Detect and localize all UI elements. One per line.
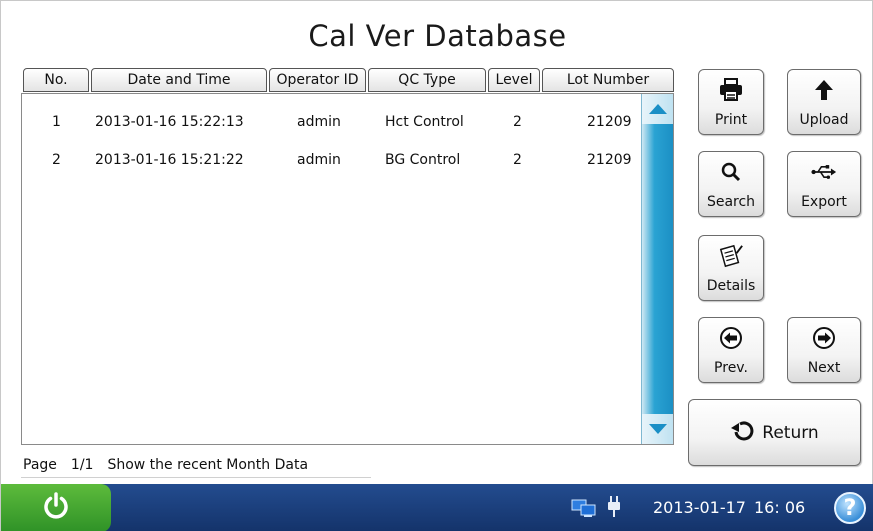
page-info: Page 1/1 Show the recent Month Data bbox=[23, 457, 322, 473]
plug-icon bbox=[607, 496, 621, 518]
cell-qc-type: Hct Control bbox=[385, 114, 464, 130]
cell-level: 2 bbox=[513, 152, 522, 168]
scroll-down-button[interactable] bbox=[642, 414, 673, 444]
undo-arrow-icon bbox=[730, 420, 754, 446]
triangle-down-icon bbox=[648, 424, 667, 434]
footer-divider bbox=[21, 477, 371, 478]
table-row[interactable]: 1 2013-01-16 15:22:13 admin Hct Control … bbox=[22, 110, 642, 134]
printer-icon bbox=[718, 78, 744, 102]
return-button[interactable]: Return bbox=[688, 399, 861, 466]
column-header-level[interactable]: Level bbox=[488, 68, 540, 92]
status-bar: 2013-01-17 16: 06 ? bbox=[1, 484, 873, 531]
circle-arrow-right-icon bbox=[811, 326, 837, 350]
status-datetime: 2013-01-17 16: 06 bbox=[653, 498, 813, 517]
prev-label: Prev. bbox=[714, 360, 748, 376]
help-icon[interactable]: ? bbox=[834, 492, 866, 524]
cell-qc-type: BG Control bbox=[385, 152, 461, 168]
cell-date-time: 2013-01-16 15:22:13 bbox=[95, 114, 244, 130]
upload-button[interactable]: Upload bbox=[787, 69, 861, 135]
column-header-qc-type[interactable]: QC Type bbox=[368, 68, 486, 92]
next-label: Next bbox=[807, 360, 841, 376]
cell-lot-number: 21209 bbox=[587, 152, 632, 168]
prev-button[interactable]: Prev. bbox=[698, 317, 764, 383]
status-date: 2013-01-17 bbox=[653, 498, 746, 517]
upload-label: Upload bbox=[799, 112, 849, 128]
return-label: Return bbox=[762, 422, 819, 443]
power-button[interactable] bbox=[1, 484, 111, 531]
column-header-lot-number[interactable]: Lot Number bbox=[542, 68, 674, 92]
cell-no: 1 bbox=[52, 114, 61, 130]
export-button[interactable]: Export bbox=[787, 151, 861, 217]
scroll-up-button[interactable] bbox=[642, 94, 673, 124]
filter-description: Show the recent Month Data bbox=[107, 457, 309, 473]
page-title: Cal Ver Database bbox=[308, 19, 567, 53]
table-header: No. Date and Time Operator ID QC Type Le… bbox=[1, 68, 681, 92]
column-header-date-time[interactable]: Date and Time bbox=[91, 68, 267, 92]
search-button[interactable]: Search bbox=[698, 151, 764, 217]
cell-lot-number: 21209 bbox=[587, 114, 632, 130]
cell-date-time: 2013-01-16 15:21:22 bbox=[95, 152, 244, 168]
table-row[interactable]: 2 2013-01-16 15:21:22 admin BG Control 2… bbox=[22, 148, 642, 172]
column-header-operator-id[interactable]: Operator ID bbox=[269, 68, 366, 92]
cal-ver-database-screen: Cal Ver Database No. Date and Time Opera… bbox=[0, 0, 873, 531]
details-label: Details bbox=[706, 278, 756, 294]
status-time: 16: 06 bbox=[753, 498, 806, 517]
usb-icon bbox=[811, 160, 837, 184]
page-label: Page bbox=[23, 457, 57, 473]
print-button[interactable]: Print bbox=[698, 69, 764, 135]
document-pen-icon bbox=[718, 244, 744, 268]
power-icon bbox=[43, 492, 69, 524]
cell-operator-id: admin bbox=[297, 114, 341, 130]
cell-operator-id: admin bbox=[297, 152, 341, 168]
triangle-up-icon bbox=[648, 104, 667, 114]
details-button[interactable]: Details bbox=[698, 235, 764, 301]
page-number: 1/1 bbox=[70, 457, 94, 473]
print-label: Print bbox=[714, 112, 748, 128]
column-header-no[interactable]: No. bbox=[23, 68, 89, 92]
cell-no: 2 bbox=[52, 152, 61, 168]
network-icon bbox=[571, 498, 597, 518]
next-button[interactable]: Next bbox=[787, 317, 861, 383]
vertical-scrollbar[interactable] bbox=[641, 94, 673, 444]
records-table: 1 2013-01-16 15:22:13 admin Hct Control … bbox=[21, 93, 674, 445]
arrow-up-icon bbox=[811, 78, 837, 102]
export-label: Export bbox=[801, 194, 847, 210]
search-label: Search bbox=[706, 194, 756, 210]
circle-arrow-left-icon bbox=[718, 326, 744, 350]
cell-level: 2 bbox=[513, 114, 522, 130]
magnifier-icon bbox=[718, 160, 744, 184]
